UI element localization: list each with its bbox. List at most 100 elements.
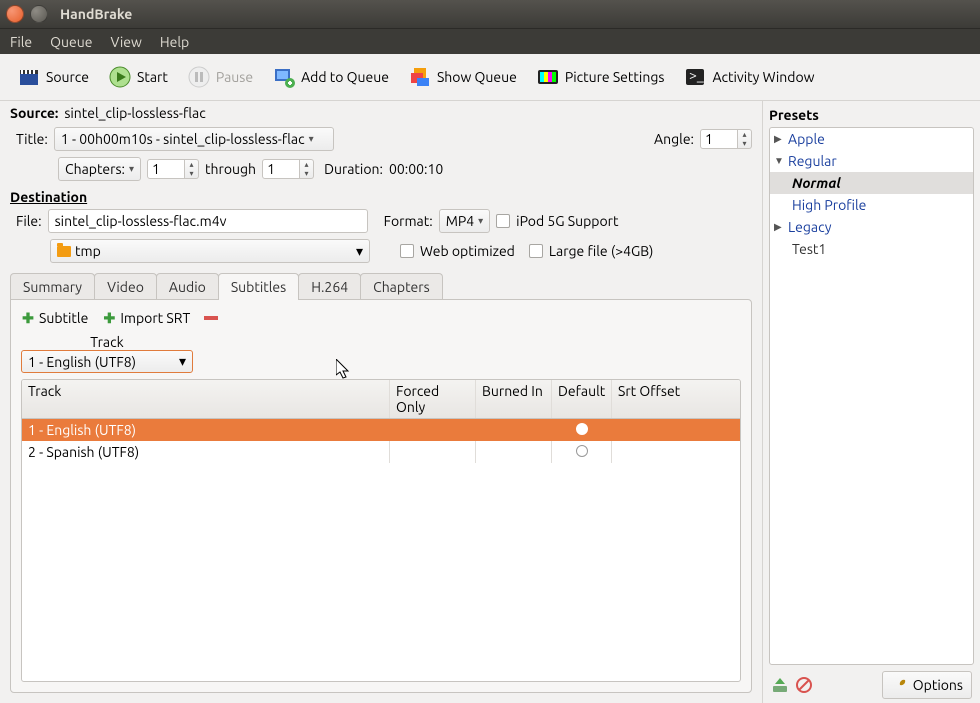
preset-normal[interactable]: Normal — [770, 172, 973, 194]
chapter-from-input[interactable] — [147, 159, 185, 179]
show-queue-icon — [409, 66, 431, 88]
delete-preset-button[interactable] — [795, 676, 813, 694]
row-track: 1 - English (UTF8) — [22, 419, 390, 441]
import-srt-button[interactable]: ✚ Import SRT — [102, 310, 190, 326]
toolbar-showqueue-button[interactable]: Show Queue — [401, 62, 525, 92]
options-button[interactable]: Options — [882, 671, 972, 699]
remove-subtitle-button[interactable] — [204, 316, 218, 320]
chevron-down-icon: ▾ — [129, 163, 134, 175]
folder-dropdown[interactable]: tmp ▾ — [50, 239, 370, 263]
tab-video[interactable]: Video — [94, 273, 157, 300]
ipod-checkbox[interactable] — [496, 214, 510, 228]
tab-chapters[interactable]: Chapters — [360, 273, 443, 300]
radio-on-icon[interactable] — [576, 423, 588, 435]
track-dropdown[interactable]: 1 - English (UTF8) ▾ — [21, 350, 193, 373]
toolbar-activity-button[interactable]: >_ Activity Window — [676, 62, 822, 92]
tab-summary[interactable]: Summary — [10, 273, 95, 300]
table-row[interactable]: 2 - Spanish (UTF8) — [22, 441, 740, 463]
preset-high[interactable]: High Profile — [770, 194, 973, 216]
large-label: Large file (>4GB) — [549, 243, 654, 259]
col-offset[interactable]: Srt Offset — [612, 380, 740, 418]
triangle-right-icon: ▶ — [774, 221, 784, 233]
title-label: Title: — [16, 131, 48, 147]
menu-view[interactable]: View — [110, 34, 141, 50]
presets-header: Presets — [769, 105, 974, 127]
preset-legacy[interactable]: ▶Legacy — [770, 216, 973, 238]
preset-test1[interactable]: Test1 — [770, 238, 973, 260]
chapter-from-spinner[interactable]: ▴▾ — [147, 159, 199, 179]
radio-off-icon[interactable] — [576, 445, 588, 457]
window-title: HandBrake — [60, 6, 132, 22]
window-minimize-button[interactable] — [30, 5, 48, 23]
import-srt-label: Import SRT — [120, 310, 190, 326]
options-label: Options — [913, 677, 963, 693]
web-checkbox[interactable] — [400, 244, 414, 258]
web-label: Web optimized — [420, 243, 515, 259]
chevron-down-icon: ▾ — [356, 243, 363, 260]
format-value: MP4 — [446, 213, 474, 229]
svg-text:>_: >_ — [689, 67, 704, 83]
angle-input[interactable] — [700, 129, 738, 149]
track-header-label: Track — [21, 334, 193, 350]
preset-apple[interactable]: ▶Apple — [770, 128, 973, 150]
file-label: File: — [16, 213, 42, 229]
through-label: through — [205, 161, 256, 177]
col-burned[interactable]: Burned In — [476, 380, 552, 418]
tab-audio[interactable]: Audio — [156, 273, 219, 300]
source-value: sintel_clip-lossless-flac — [64, 105, 205, 121]
presets-list[interactable]: ▶Apple ▼Regular Normal High Profile ▶Leg… — [769, 127, 974, 665]
ipod-label: iPod 5G Support — [516, 213, 618, 229]
toolbar-picture-label: Picture Settings — [565, 69, 665, 85]
clapperboard-icon — [18, 66, 40, 88]
spin-down-icon[interactable]: ▾ — [738, 139, 751, 148]
add-queue-icon — [273, 66, 295, 88]
tab-subtitles[interactable]: Subtitles — [218, 273, 299, 300]
source-label: Source: — [10, 105, 58, 121]
menu-queue[interactable]: Queue — [50, 34, 92, 50]
col-default[interactable]: Default — [552, 380, 612, 418]
table-row[interactable]: 1 - English (UTF8) — [22, 419, 740, 441]
terminal-icon: >_ — [684, 66, 706, 88]
chevron-down-icon: ▾ — [478, 215, 483, 227]
chapter-to-input[interactable] — [262, 159, 300, 179]
toolbar-addqueue-button[interactable]: Add to Queue — [265, 62, 397, 92]
picture-settings-icon — [537, 66, 559, 88]
toolbar-activity-label: Activity Window — [712, 69, 814, 85]
toolbar-start-button[interactable]: Start — [101, 62, 176, 92]
spin-up-icon[interactable]: ▴ — [738, 130, 751, 139]
menu-help[interactable]: Help — [160, 34, 189, 50]
menu-file[interactable]: File — [10, 34, 32, 50]
chapter-to-spinner[interactable]: ▴▾ — [262, 159, 314, 179]
col-track[interactable]: Track — [22, 380, 390, 418]
col-forced[interactable]: Forced Only — [390, 380, 476, 418]
save-preset-button[interactable] — [771, 676, 789, 694]
chevron-down-icon: ▾ — [179, 353, 186, 370]
tab-h264[interactable]: H.264 — [298, 273, 361, 300]
track-dropdown-value: 1 - English (UTF8) — [28, 354, 136, 370]
window-close-button[interactable] — [6, 5, 24, 23]
angle-label: Angle: — [654, 131, 694, 147]
add-subtitle-button[interactable]: ✚ Subtitle — [21, 310, 88, 326]
duration-label: Duration: — [324, 161, 383, 177]
toolbar-picture-button[interactable]: Picture Settings — [529, 62, 673, 92]
folder-icon — [57, 246, 71, 257]
preset-regular[interactable]: ▼Regular — [770, 150, 973, 172]
format-dropdown[interactable]: MP4 ▾ — [439, 209, 490, 233]
title-dropdown[interactable]: 1 - 00h00m10s - sintel_clip-lossless-fla… — [54, 127, 334, 151]
row-track: 2 - Spanish (UTF8) — [22, 441, 390, 463]
title-value: 1 - 00h00m10s - sintel_clip-lossless-fla… — [61, 131, 305, 147]
large-checkbox[interactable] — [529, 244, 543, 258]
plus-icon: ✚ — [21, 311, 35, 325]
file-input[interactable] — [48, 209, 368, 233]
toolbar-showqueue-label: Show Queue — [437, 69, 517, 85]
format-label: Format: — [384, 213, 433, 229]
pause-icon — [188, 66, 210, 88]
toolbar-pause-button: Pause — [180, 62, 261, 92]
toolbar-pause-label: Pause — [216, 69, 253, 85]
chapters-label: Chapters: — [65, 161, 125, 177]
chapters-dropdown[interactable]: Chapters: ▾ — [58, 157, 141, 181]
triangle-right-icon: ▶ — [774, 133, 784, 145]
plus-icon: ✚ — [102, 311, 116, 325]
toolbar-source-button[interactable]: Source — [10, 62, 97, 92]
angle-spinner[interactable]: ▴▾ — [700, 129, 752, 149]
